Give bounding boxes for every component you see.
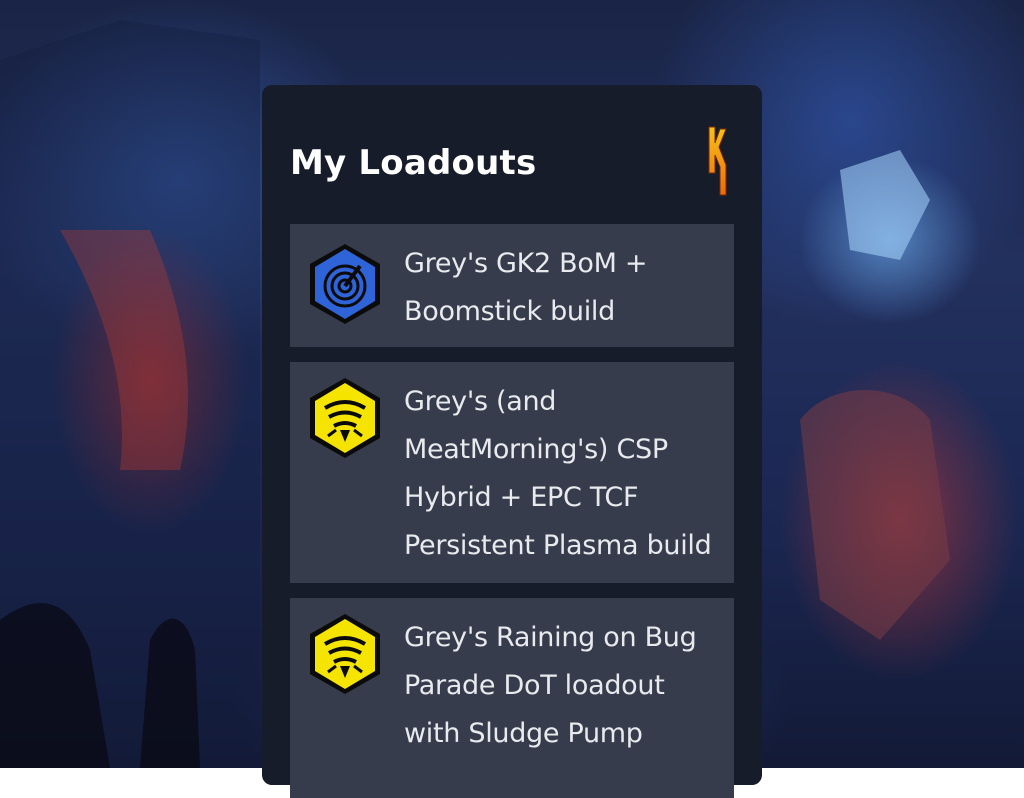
loadout-card[interactable]: Grey's Raining on Bug Parade DoT loadout…	[290, 598, 734, 798]
loadout-title: Grey's (and MeatMorning's) CSP Hybrid + …	[404, 386, 712, 561]
scout-radar-icon	[310, 244, 380, 324]
loadout-title: Grey's Raining on Bug Parade DoT loadout…	[404, 622, 697, 749]
engineer-driller-icon	[310, 614, 380, 694]
loadout-card[interactable]: Grey's (and MeatMorning's) CSP Hybrid + …	[290, 362, 734, 583]
loadout-title: Grey's GK2 BoM + Boomstick build	[404, 248, 648, 327]
brand-logo-icon	[708, 126, 727, 196]
loadout-card[interactable]: Grey's GK2 BoM + Boomstick build	[290, 224, 734, 347]
engineer-driller-icon	[310, 378, 380, 458]
loadouts-panel: My Loadouts Grey's GK2 BoM + Boomstick b…	[262, 85, 762, 798]
panel-title: My Loadouts	[290, 143, 537, 183]
